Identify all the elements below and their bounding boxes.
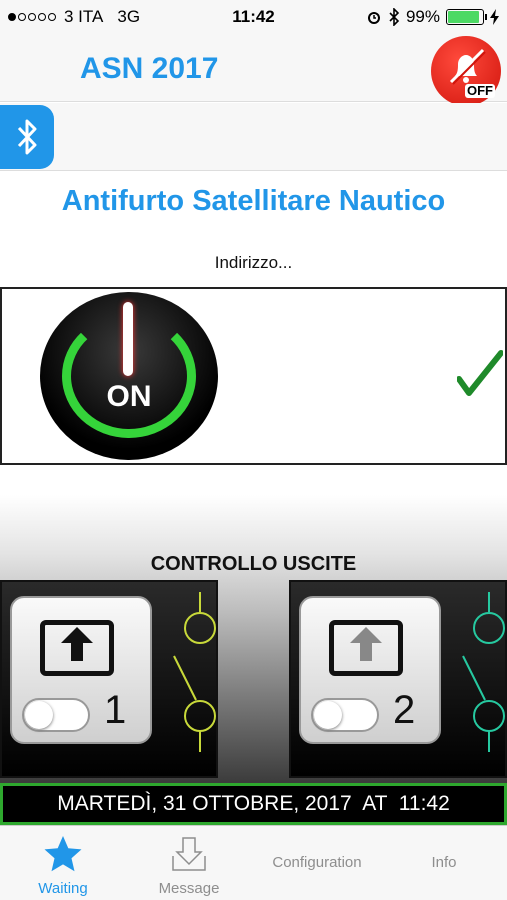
- power-panel: ON: [0, 287, 507, 465]
- output-toggle-2[interactable]: [311, 698, 379, 732]
- output-panel-2: 2: [289, 580, 507, 778]
- bluetooth-icon: [17, 119, 37, 155]
- upload-icon: [40, 620, 114, 676]
- alarm-toggle-button[interactable]: OFF: [431, 36, 501, 106]
- date-bar: MARTEDÌ, 31 OTTOBRE, 2017 AT 11:42: [0, 783, 507, 825]
- status-bar: 3 ITA 3G 11:42 99%: [0, 0, 507, 34]
- output-panel-1: 1: [0, 580, 218, 778]
- tab-label: Info: [431, 854, 457, 871]
- bell-slash-icon: [449, 48, 486, 85]
- battery-percent: 99%: [405, 7, 440, 26]
- star-icon: [44, 836, 82, 872]
- tab-configuration[interactable]: Configuration: [254, 826, 380, 900]
- tab-bar: Waiting Message Configuration Info: [0, 825, 507, 900]
- app-header: ASN 2017 OFF: [0, 34, 507, 106]
- alarm-clock-icon: [367, 12, 380, 24]
- output-toggle-1[interactable]: [22, 698, 90, 732]
- alarm-off-badge: OFF: [465, 83, 495, 98]
- page-title: Antifurto Satellitare Nautico: [61, 185, 446, 217]
- address-label: Indirizzo...: [214, 253, 293, 272]
- app-title: ASN 2017: [80, 52, 219, 85]
- power-icon: [123, 302, 133, 376]
- tab-label: Configuration: [272, 854, 362, 871]
- output-number-2: 2: [393, 688, 416, 732]
- upload-icon: [329, 620, 403, 676]
- output-button-2[interactable]: 2: [299, 596, 441, 744]
- tab-label: Waiting: [38, 880, 88, 897]
- tab-message[interactable]: Message: [126, 826, 252, 900]
- checkmark-icon: [457, 350, 503, 396]
- switch-symbol-icon: [173, 592, 216, 752]
- controls-title: CONTROLLO USCITE: [150, 553, 357, 575]
- power-state-label: ON: [106, 380, 152, 413]
- output-controls: CONTROLLO USCITE 1 2: [0, 495, 507, 785]
- status-right: 99%: [366, 7, 499, 27]
- output-number-1: 1: [104, 688, 127, 732]
- bluetooth-status-icon: [389, 8, 400, 26]
- bluetooth-row: [0, 103, 507, 171]
- tab-label: Message: [158, 880, 220, 897]
- power-button[interactable]: ON: [40, 292, 218, 460]
- tab-waiting[interactable]: Waiting: [0, 826, 126, 900]
- bluetooth-button[interactable]: [0, 105, 54, 169]
- switch-symbol-icon: [462, 592, 505, 752]
- output-button-1[interactable]: 1: [10, 596, 152, 744]
- charging-icon: [490, 9, 499, 25]
- inbox-download-icon: [172, 837, 206, 871]
- tab-info[interactable]: Info: [381, 826, 507, 900]
- battery-icon: [446, 9, 487, 25]
